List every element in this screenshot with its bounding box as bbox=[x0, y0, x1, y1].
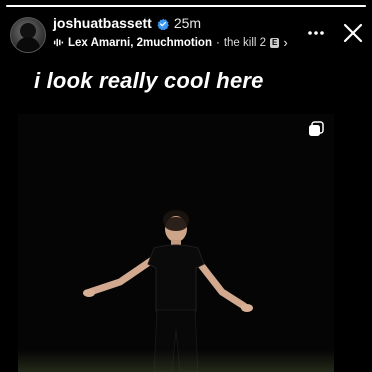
verified-badge-icon bbox=[157, 17, 169, 31]
close-icon[interactable] bbox=[342, 22, 364, 44]
music-attribution[interactable]: Lex Amarni, 2muchmotion · the kill 2 E › bbox=[53, 35, 288, 50]
music-note-icon bbox=[53, 37, 64, 48]
music-song: the kill 2 bbox=[223, 36, 267, 49]
username[interactable]: joshuatbassett bbox=[53, 15, 152, 31]
story-progress-fill bbox=[6, 5, 366, 7]
avatar[interactable] bbox=[10, 17, 46, 53]
music-separator: · bbox=[216, 36, 220, 49]
more-horizontal-icon[interactable] bbox=[306, 23, 326, 43]
music-artists: Lex Amarni, 2muchmotion bbox=[68, 36, 212, 49]
story-header: joshuatbassett 25m Lex Amarni, 2muchmoti… bbox=[10, 15, 364, 55]
story-progress-bar bbox=[6, 5, 366, 7]
explicit-badge: E bbox=[270, 37, 280, 48]
post-time: 25m bbox=[173, 15, 202, 31]
story-caption: i look really cool here bbox=[34, 68, 264, 93]
chevron-right-icon: › bbox=[283, 35, 288, 50]
story-photo bbox=[18, 114, 334, 372]
person-figure bbox=[83, 210, 253, 372]
user-line: joshuatbassett 25m bbox=[53, 15, 201, 31]
ground bbox=[18, 350, 334, 372]
multi-photo-icon[interactable] bbox=[307, 120, 325, 138]
